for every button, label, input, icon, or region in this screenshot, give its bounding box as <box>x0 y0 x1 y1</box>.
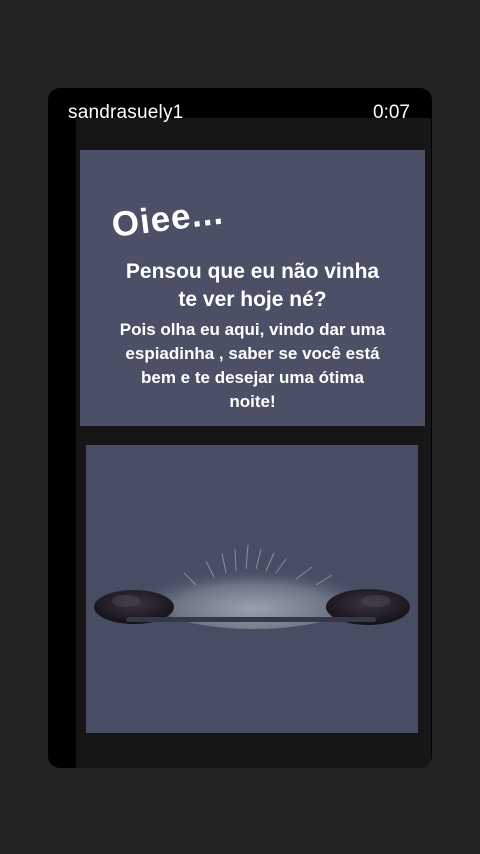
body-line: espiadinha , saber se você está <box>125 344 380 363</box>
headline-text: Pensou que eu não vinha te ver hoje né? <box>80 258 425 314</box>
cat-peeking-image <box>86 445 418 733</box>
greeting-text: Oiee... <box>109 192 226 245</box>
story-username[interactable]: sandrasuely1 <box>68 102 183 124</box>
headline-line: Pensou que eu não vinha <box>125 260 380 283</box>
right-paw-highlight <box>361 595 391 607</box>
peek-edge <box>126 617 376 622</box>
body-line: noite! <box>229 392 276 411</box>
story-screen: Oiee... Pensou que eu não vinha te ver h… <box>0 0 480 854</box>
left-paw-highlight <box>112 595 140 607</box>
story-media-frame: Oiee... Pensou que eu não vinha te ver h… <box>76 118 431 768</box>
body-line: bem e te desejar uma ótima <box>141 368 364 387</box>
story-header: sandrasuely1 0:07 <box>48 88 432 140</box>
message-panel: Oiee... Pensou que eu não vinha te ver h… <box>80 150 425 426</box>
story-timer: 0:07 <box>373 102 410 123</box>
body-line: Pois olha eu aqui, vindo dar uma <box>119 320 386 339</box>
headline-line: te ver hoje né? <box>178 288 327 311</box>
story-card[interactable]: Oiee... Pensou que eu não vinha te ver h… <box>48 88 432 768</box>
cat-illustration <box>86 445 418 733</box>
body-text: Pois olha eu aqui, vindo dar uma espiadi… <box>90 318 415 414</box>
